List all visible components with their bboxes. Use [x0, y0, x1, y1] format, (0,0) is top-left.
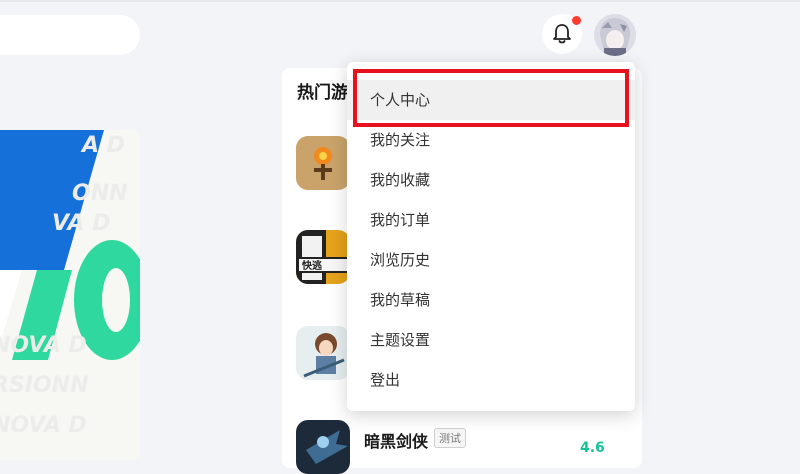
banner-graphic: A D ONN VA D NOVA D RSIONN NOVA D	[0, 130, 140, 460]
svg-text:RSIONN: RSIONN	[0, 373, 89, 398]
user-avatar[interactable]	[594, 14, 636, 56]
unread-badge	[572, 16, 581, 25]
menu-item-drafts[interactable]: 我的草稿	[347, 280, 635, 320]
promo-banner[interactable]: A D ONN VA D NOVA D RSIONN NOVA D	[0, 130, 140, 460]
search-input[interactable]	[0, 15, 140, 55]
svg-text:ONN: ONN	[72, 181, 128, 206]
svg-text:VA D: VA D	[52, 211, 110, 236]
top-divider	[0, 0, 800, 2]
menu-item-profile[interactable]: 个人中心	[347, 80, 635, 120]
game-name[interactable]: 暗黑剑侠	[364, 428, 428, 452]
panel-title: 热门游	[297, 83, 348, 103]
menu-item-logout[interactable]: 登出	[347, 360, 635, 400]
menu-item-theme[interactable]: 主题设置	[347, 320, 635, 360]
menu-item-orders[interactable]: 我的订单	[347, 200, 635, 240]
user-dropdown-menu: 个人中心 我的关注 我的收藏 我的订单 浏览历史 我的草稿 主题设置 登出	[347, 62, 635, 411]
svg-text:快逃: 快逃	[301, 259, 323, 272]
avatar-image	[594, 14, 636, 56]
svg-text:NOVA D: NOVA D	[0, 333, 87, 358]
menu-item-following[interactable]: 我的关注	[347, 120, 635, 160]
menu-item-history[interactable]: 浏览历史	[347, 240, 635, 280]
bell-icon	[553, 24, 571, 44]
campfire-game-icon[interactable]	[296, 136, 350, 190]
menu-item-favorites[interactable]: 我的收藏	[347, 160, 635, 200]
svg-text:A D: A D	[80, 133, 125, 158]
game-rating: 4.6	[580, 440, 605, 456]
kuaitao-game-icon[interactable]: 快逃	[296, 230, 350, 284]
anime-girl-game-icon[interactable]	[296, 326, 350, 380]
game-tag: 测试	[434, 428, 466, 448]
dark-swordsman-game-icon[interactable]	[296, 420, 350, 474]
svg-text:NOVA D: NOVA D	[0, 413, 87, 438]
